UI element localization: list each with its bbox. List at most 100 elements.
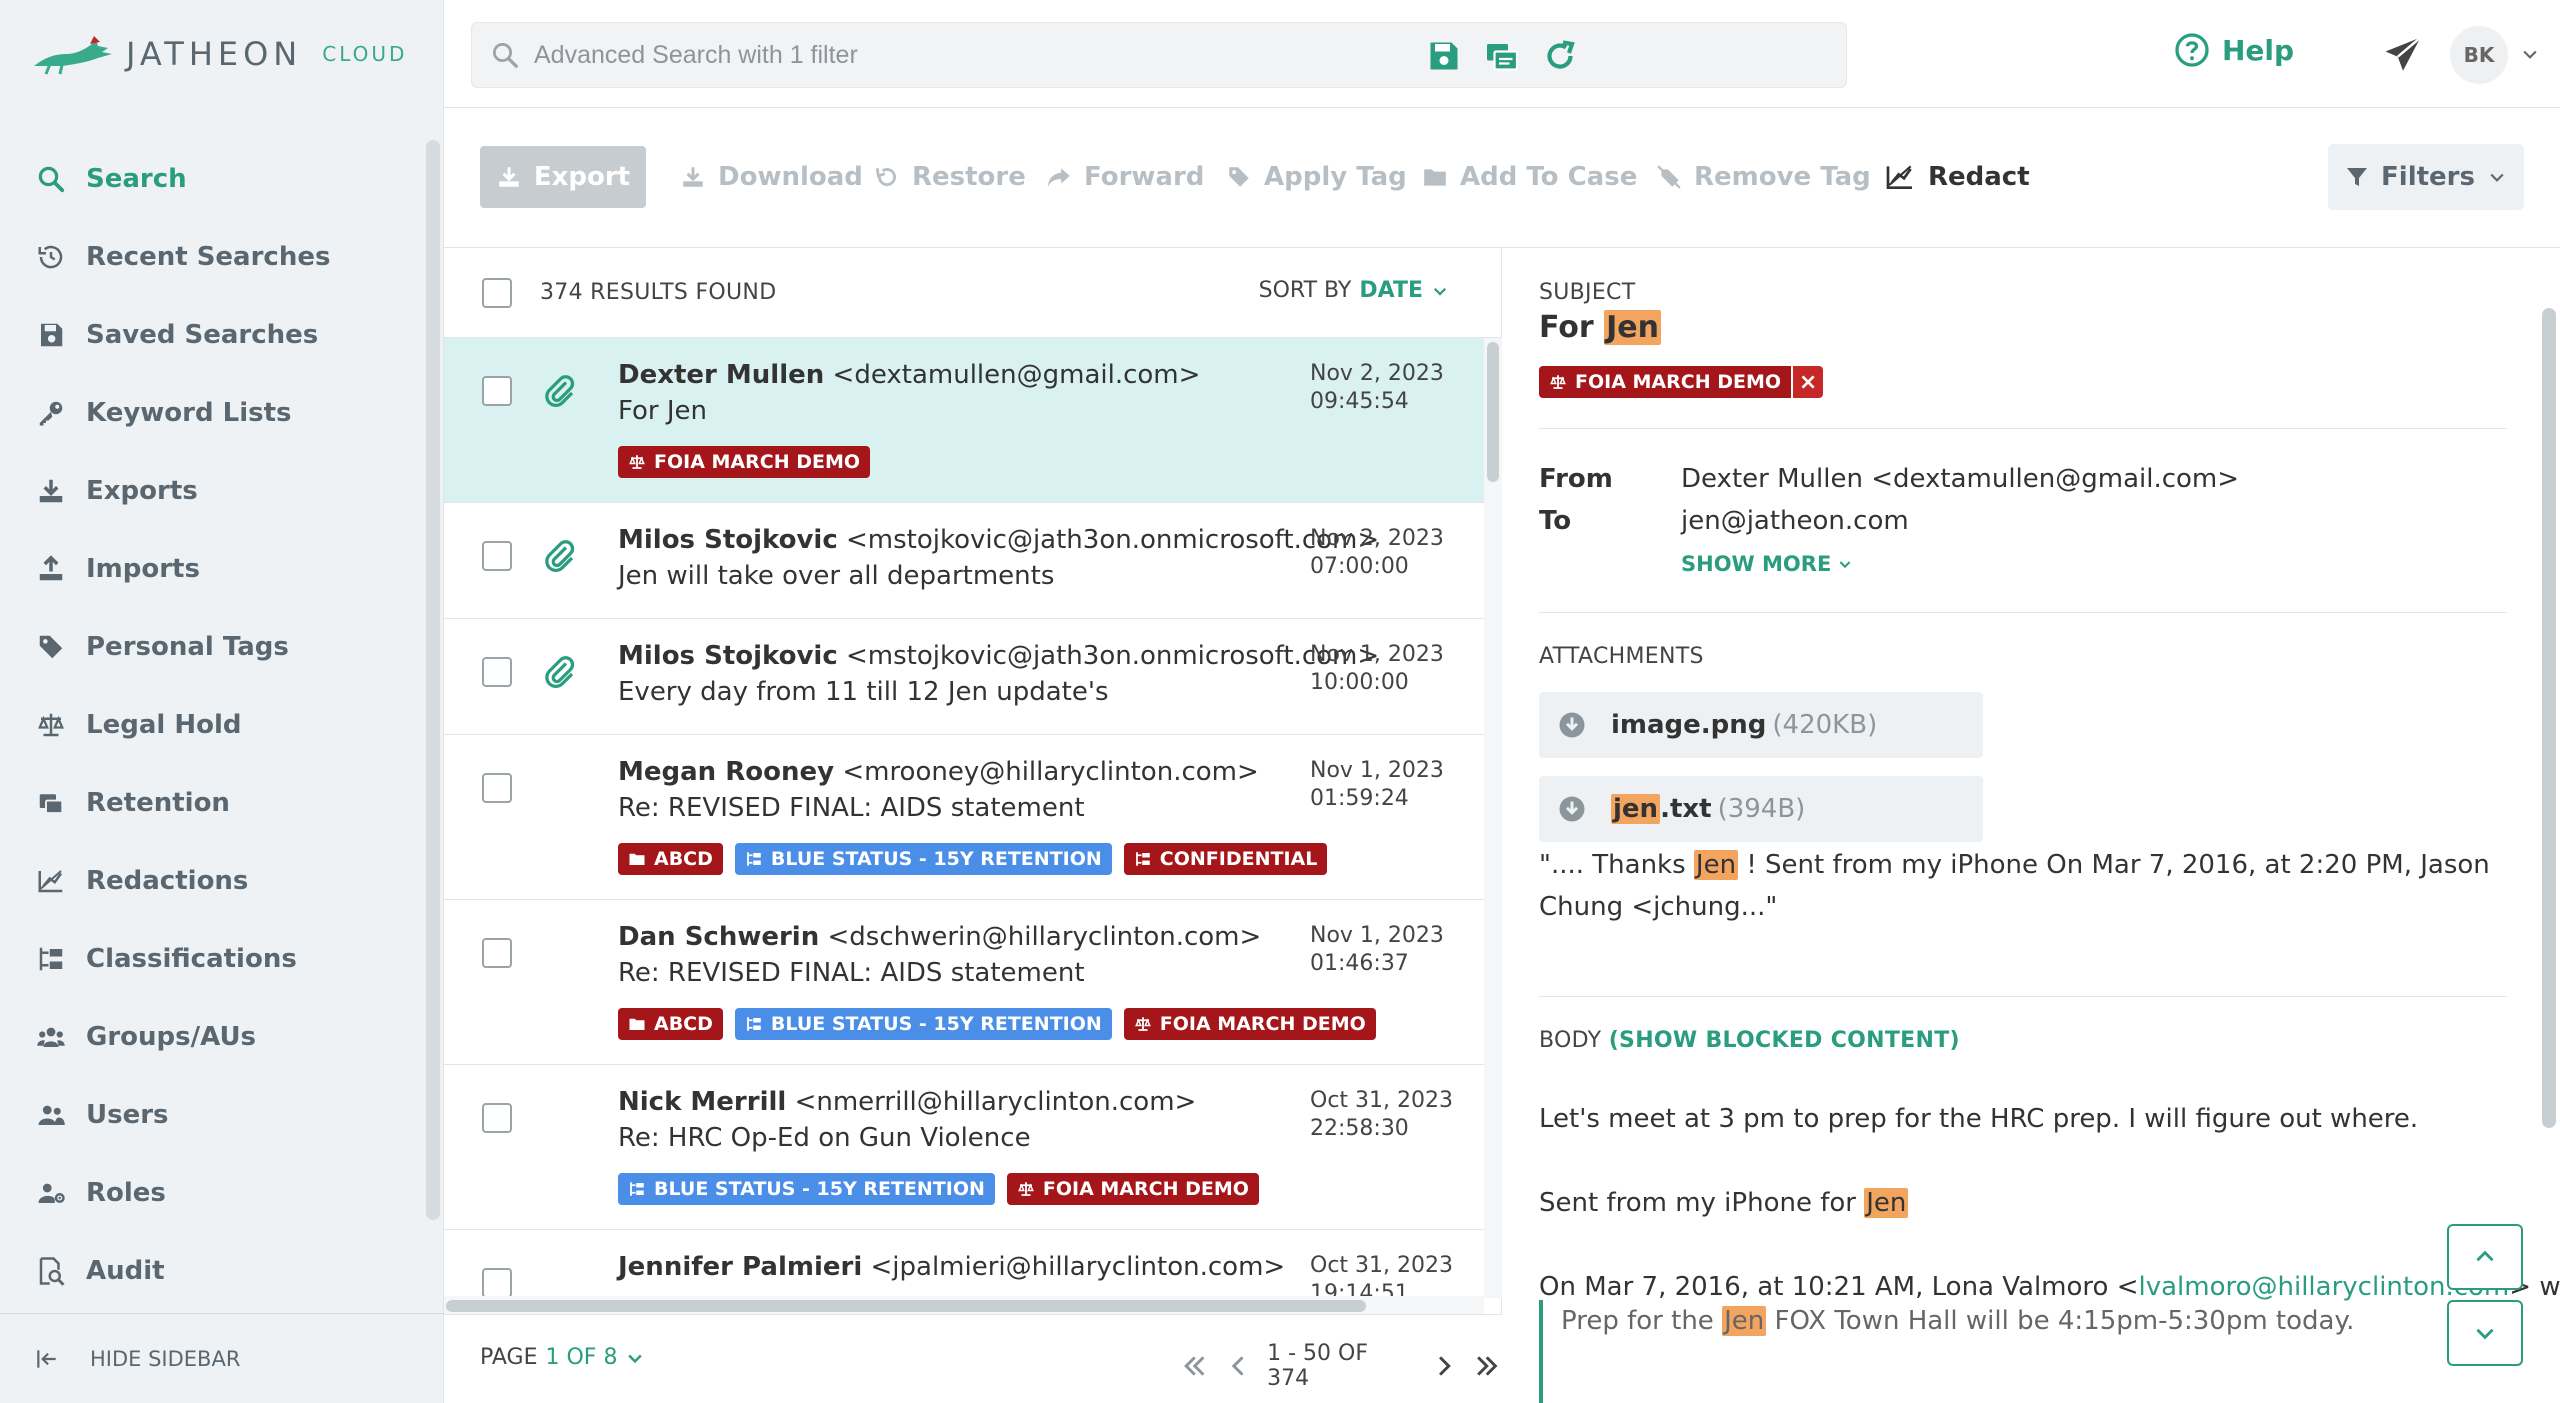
sidebar-item-roles[interactable]: Roles <box>0 1154 444 1232</box>
prev-page-icon[interactable] <box>1224 1351 1254 1381</box>
page-selector[interactable]: PAGE 1 OF 8 <box>480 1345 645 1370</box>
sidebar-scrollbar[interactable] <box>426 140 440 1220</box>
row-date-day: Oct 31, 2023 <box>1310 1253 1453 1278</box>
body-label: BODY (SHOW BLOCKED CONTENT) <box>1539 1028 1960 1053</box>
table-row[interactable]: Milos Stojkovic <mstojkovic@jath3on.onmi… <box>444 619 1484 735</box>
attachment-name: jen.txt <box>1611 794 1712 824</box>
tag-badge[interactable]: FOIA MARCH DEMO <box>1123 1008 1376 1040</box>
chevron-down-icon[interactable] <box>2520 44 2540 64</box>
scrollbar-thumb[interactable] <box>446 1300 1366 1312</box>
sidebar-item-groups[interactable]: Groups/AUs <box>0 998 444 1076</box>
table-row[interactable]: Megan Rooney <mrooney@hillaryclinton.com… <box>444 735 1484 900</box>
filters-button[interactable]: Filters <box>2328 144 2524 210</box>
tag-badge[interactable]: BLUE STATUS - 15Y RETENTION <box>734 843 1112 875</box>
row-checkbox[interactable] <box>482 1103 512 1133</box>
row-checkbox[interactable] <box>482 773 512 803</box>
attachment-item[interactable]: jen.txt (394B) <box>1539 776 1983 842</box>
sidebar-item-classifications[interactable]: Classifications <box>0 920 444 998</box>
sidebar-item-search[interactable]: Search <box>0 140 444 218</box>
chevron-down-icon <box>2476 1328 2494 1340</box>
tag-badge[interactable]: ABCD <box>618 843 723 875</box>
table-row[interactable]: Dexter Mullen <dextamullen@gmail.com> Fo… <box>444 338 1484 503</box>
classification-icon <box>630 1182 644 1196</box>
table-row[interactable]: Nick Merrill <nmerrill@hillaryclinton.co… <box>444 1065 1484 1230</box>
row-subject: Re: REVISED FINAL: AIDS statement <box>618 793 1085 823</box>
list-horizontal-scrollbar[interactable] <box>444 1296 1484 1314</box>
forward-arrow-icon <box>1048 168 1070 187</box>
scroll-down-button[interactable] <box>2447 1300 2523 1366</box>
list-vertical-scrollbar[interactable] <box>1484 338 1502 1298</box>
sidebar-item-users[interactable]: Users <box>0 1076 444 1154</box>
download-button[interactable]: Download <box>680 146 863 208</box>
restore-label: Restore <box>912 162 1026 192</box>
tag-icon <box>1229 167 1249 187</box>
save-search-icon[interactable] <box>1426 38 1462 74</box>
row-checkbox[interactable] <box>482 1268 512 1298</box>
audit-icon <box>39 1257 65 1286</box>
send-icon[interactable] <box>2382 34 2424 76</box>
avatar-initials: BK <box>2463 43 2495 67</box>
add-to-case-button[interactable]: Add To Case <box>1422 146 1637 208</box>
sidebar-item-keyword-lists[interactable]: Keyword Lists <box>0 374 444 452</box>
first-page-icon[interactable] <box>1180 1351 1210 1381</box>
row-checkbox[interactable] <box>482 657 512 687</box>
tag-badge[interactable]: BLUE STATUS - 15Y RETENTION <box>618 1173 995 1205</box>
sidebar-item-exports[interactable]: Exports <box>0 452 444 530</box>
hide-sidebar-button[interactable]: HIDE SIDEBAR <box>0 1313 444 1403</box>
next-page-icon[interactable] <box>1429 1351 1459 1381</box>
remove-tag-button[interactable]: Remove Tag <box>1656 146 1871 208</box>
help-button[interactable]: Help <box>2174 32 2294 68</box>
table-row[interactable]: Dan Schwerin <dschwerin@hillaryclinton.c… <box>444 900 1484 1065</box>
tag-badge[interactable]: CONFIDENTIAL <box>1123 843 1328 875</box>
sidebar-item-legal-hold[interactable]: Legal Hold <box>0 686 444 764</box>
sidebar-item-personal-tags[interactable]: Personal Tags <box>0 608 444 686</box>
import-icon <box>39 555 63 581</box>
sidebar-item-redactions[interactable]: Redactions <box>0 842 444 920</box>
show-blocked-content-link[interactable]: (SHOW BLOCKED CONTENT) <box>1609 1028 1960 1053</box>
scale-icon <box>629 455 645 469</box>
tag-badge[interactable]: FOIA MARCH DEMO <box>1539 366 1792 398</box>
forward-button[interactable]: Forward <box>1046 146 1204 208</box>
search-box[interactable] <box>471 22 1847 88</box>
sort-control[interactable]: SORT BY DATE <box>1259 278 1449 303</box>
row-checkbox[interactable] <box>482 541 512 571</box>
sender-name: Dexter Mullen <box>618 360 825 390</box>
sidebar-item-saved-searches[interactable]: Saved Searches <box>0 296 444 374</box>
redact-icon <box>38 870 63 893</box>
sidebar-item-label: Users <box>86 1100 169 1130</box>
redact-button[interactable]: Redact <box>1884 146 2030 208</box>
table-row[interactable]: Jennifer Palmieri <jpalmieri@hillaryclin… <box>444 1230 1484 1298</box>
detail-scrollbar[interactable] <box>2542 308 2556 1128</box>
scrollbar-thumb[interactable] <box>1487 342 1499 482</box>
refresh-icon[interactable] <box>1542 38 1578 74</box>
row-checkbox[interactable] <box>482 376 512 406</box>
tag-badge[interactable]: BLUE STATUS - 15Y RETENTION <box>734 1008 1112 1040</box>
scroll-up-button[interactable] <box>2447 1224 2523 1290</box>
sidebar-item-imports[interactable]: Imports <box>0 530 444 608</box>
last-page-icon[interactable] <box>1472 1351 1502 1381</box>
tag-badge[interactable]: FOIA MARCH DEMO <box>1006 1173 1259 1205</box>
row-checkbox[interactable] <box>482 938 512 968</box>
restore-button[interactable]: Restore <box>874 146 1026 208</box>
tag-badge[interactable]: ABCD <box>618 1008 723 1040</box>
sidebar-item-retention[interactable]: Retention <box>0 764 444 842</box>
remove-tag-close-icon[interactable]: × <box>1793 366 1824 398</box>
sidebar-item-label: Redactions <box>86 866 249 896</box>
export-button[interactable]: Export <box>480 146 646 208</box>
avatar[interactable]: BK <box>2450 26 2508 84</box>
saved-searches-icon[interactable] <box>1484 38 1520 74</box>
apply-tag-button[interactable]: Apply Tag <box>1226 146 1407 208</box>
sidebar-item-recent-searches[interactable]: Recent Searches <box>0 218 444 296</box>
table-row[interactable]: Milos Stojkovic <mstojkovic@jath3on.onmi… <box>444 503 1484 619</box>
top-bar: Help BK <box>444 0 2560 108</box>
tag-badge[interactable]: FOIA MARCH DEMO <box>618 446 871 478</box>
body-line: On Mar 7, 2016, at 10:21 AM, Lona Valmor… <box>1539 1272 2560 1302</box>
show-more-link[interactable]: SHOW MORE <box>1681 552 1853 576</box>
row-date-time: 10:00:00 <box>1310 670 1409 695</box>
sidebar-item-audit[interactable]: Audit <box>0 1232 444 1310</box>
sender: Milos Stojkovic <mstojkovic@jath3on.onmi… <box>618 525 1379 555</box>
folder-icon <box>1424 169 1446 186</box>
attachment-item[interactable]: image.png (420KB) <box>1539 692 1983 758</box>
row-date-day: Nov 1, 2023 <box>1310 758 1444 783</box>
select-all-checkbox[interactable] <box>482 278 512 308</box>
